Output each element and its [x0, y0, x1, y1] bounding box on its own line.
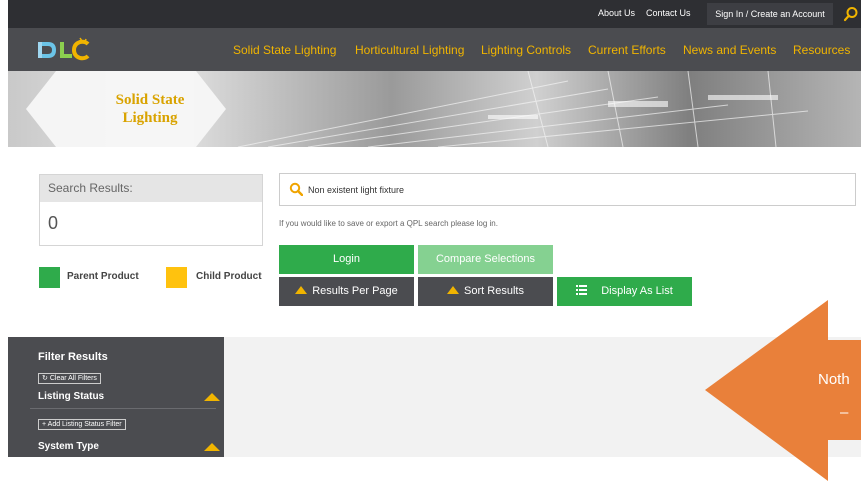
search-input-value: Non existent light fixture — [308, 185, 405, 195]
add-listing-status-filter-button[interactable]: + Add Listing Status Filter — [38, 419, 126, 430]
search-results-label: Search Results: — [40, 175, 262, 202]
refresh-icon: ↻ — [42, 375, 48, 382]
about-us-link[interactable]: About Us — [598, 8, 635, 18]
triangle-up-icon — [447, 286, 460, 295]
filter-divider — [30, 408, 216, 409]
nav-solid-state-lighting[interactable]: Solid State Lighting — [233, 43, 336, 57]
hero-title-line-2: Lighting — [122, 110, 178, 126]
nav-resources[interactable]: Resources — [793, 43, 850, 57]
search-icon[interactable] — [843, 6, 859, 22]
search-results-box: Search Results: 0 — [39, 174, 263, 246]
nav-lighting-controls[interactable]: Lighting Controls — [481, 43, 571, 57]
nav-news-and-events[interactable]: News and Events — [683, 43, 776, 57]
nav-current-efforts[interactable]: Current Efforts — [588, 43, 666, 57]
filter-sidebar: Filter Results ↻ Clear All Filters Listi… — [8, 337, 224, 457]
sort-results-label: Sort Results — [464, 285, 524, 297]
results-per-page-label: Results Per Page — [312, 285, 398, 297]
orange-arrow-callout — [705, 300, 861, 481]
callout-text: Noth — [818, 371, 850, 388]
callout-dash: – — [840, 404, 849, 421]
hero-banner: Solid State Lighting — [8, 71, 861, 147]
sign-in-link[interactable]: Sign In / Create an Account — [707, 3, 833, 25]
filter-results-title: Filter Results — [38, 351, 108, 363]
display-as-list-label: Display As List — [601, 285, 673, 297]
parent-product-swatch — [39, 267, 60, 288]
collapse-listing-status-icon[interactable] — [204, 393, 220, 401]
search-icon — [289, 182, 303, 196]
child-product-swatch — [166, 267, 187, 288]
listing-status-heading[interactable]: Listing Status — [38, 391, 104, 402]
login-notice: If you would like to save or export a QP… — [279, 219, 498, 228]
login-button[interactable]: Login — [279, 245, 414, 274]
add-listing-status-filter-label: Add Listing Status Filter — [47, 421, 122, 428]
nav-horticultural-lighting[interactable]: Horticultural Lighting — [355, 43, 464, 57]
collapse-system-type-icon[interactable] — [204, 443, 220, 451]
main-nav: Solid State Lighting Horticultural Light… — [8, 28, 861, 71]
sort-results-button[interactable]: Sort Results — [418, 277, 553, 306]
clear-all-filters-label: Clear All Filters — [49, 375, 97, 382]
triangle-up-icon — [295, 286, 308, 295]
compare-selections-button[interactable]: Compare Selections — [418, 245, 553, 274]
parent-product-label: Parent Product — [67, 271, 139, 282]
display-as-list-button[interactable]: Display As List — [557, 277, 692, 306]
hero-title: Solid State Lighting — [80, 91, 220, 127]
dlc-logo[interactable] — [36, 36, 106, 64]
search-input[interactable]: Non existent light fixture — [279, 173, 856, 206]
clear-all-filters-button[interactable]: ↻ Clear All Filters — [38, 373, 101, 384]
hero-title-line-1: Solid State — [115, 92, 185, 108]
results-per-page-button[interactable]: Results Per Page — [279, 277, 414, 306]
search-results-count: 0 — [48, 213, 59, 233]
child-product-label: Child Product — [196, 271, 262, 282]
plus-icon: + — [42, 421, 47, 428]
top-utility-bar: About Us Contact Us Sign In / Create an … — [8, 0, 861, 28]
system-type-heading[interactable]: System Type — [38, 441, 99, 452]
list-icon — [576, 285, 588, 296]
contact-us-link[interactable]: Contact Us — [646, 8, 691, 18]
